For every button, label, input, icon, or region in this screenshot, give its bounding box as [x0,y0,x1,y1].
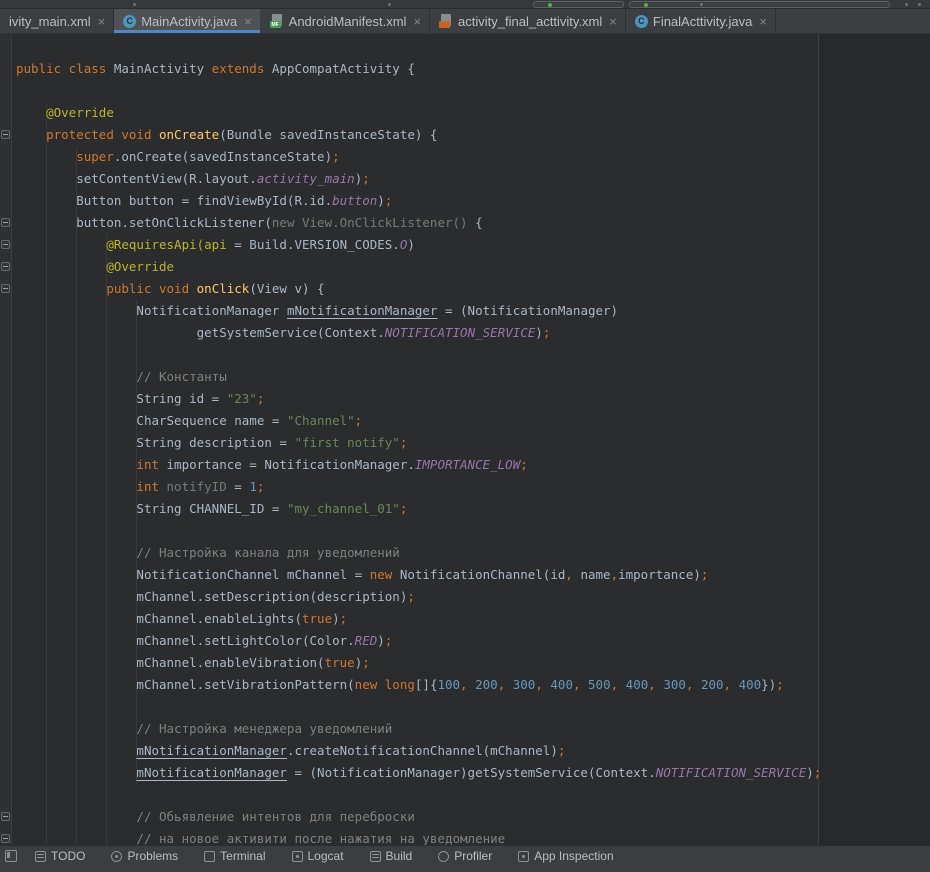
tab-ivity-main-xml[interactable]: ivity_main.xml × [0,9,114,33]
run-icon[interactable] [644,3,648,7]
tab-label: activity_final_acttivity.xml [458,14,602,29]
tab-mainactivity-java[interactable]: C MainActivity.java × [114,9,260,33]
tool-window-bar: TODO Problems Terminal Logcat Build Profiler A… [0,845,930,872]
tool-window-button-app-inspection[interactable]: App Inspection [518,849,613,863]
code-line-23[interactable]: // Настройка канала для уведомлений [16,542,930,564]
code-line-16[interactable]: String id = "23"; [16,388,930,410]
code-line-32[interactable]: mNotificationManager.createNotificationC… [16,740,930,762]
tool-window-button-logcat[interactable]: Logcat [292,849,344,863]
tab-androidmanifest-xml[interactable]: MF AndroidManifest.xml × [261,9,430,33]
tool-window-button-terminal[interactable]: Terminal [204,849,265,863]
toolbar-icon-fragment [918,3,921,6]
code-line-30[interactable] [16,696,930,718]
code-line-29[interactable]: mChannel.setVibrationPattern(new long[]{… [16,674,930,696]
code-line-20[interactable]: int notifyID = 1; [16,476,930,498]
code-line-1[interactable]: public class MainActivity extends AppCom… [16,58,930,80]
tab-finalacttivity-java[interactable]: C FinalActtivity.java × [626,9,776,33]
code-line-22[interactable] [16,520,930,542]
java-class-icon: C [635,15,648,28]
toolbar-icon-fragment [700,3,703,6]
code-line-11[interactable]: public void onClick(View v) { [16,278,930,300]
tool-window-button-profiler[interactable]: Profiler [438,849,492,863]
tool-window-label: Logcat [308,849,344,863]
tool-window-label: Terminal [220,849,265,863]
tab-activity-final-acttivity-xml[interactable]: activity_final_acttivity.xml × [430,9,626,33]
code-line-3[interactable]: @Override [16,102,930,124]
code-line-13[interactable]: getSystemService(Context.NOTIFICATION_SE… [16,322,930,344]
logcat-icon [292,851,303,862]
fold-marker-icon[interactable] [1,284,10,293]
close-tab-icon[interactable]: × [759,15,767,28]
code-line-25[interactable]: mChannel.setDescription(description); [16,586,930,608]
tool-window-label: TODO [51,849,85,863]
toolbar-icon-fragment [133,3,136,6]
main-toolbar-strip [0,0,930,9]
code-area[interactable]: public class MainActivity extends AppCom… [0,34,930,846]
tool-window-button-todo[interactable]: TODO [35,849,85,863]
code-line-6[interactable]: setContentView(R.layout.activity_main); [16,168,930,190]
close-tab-icon[interactable]: × [609,15,617,28]
tab-label: ivity_main.xml [9,14,91,29]
code-line-31[interactable]: // Настройка менеджера уведомлений [16,718,930,740]
code-line-21[interactable]: String CHANNEL_ID = "my_channel_01"; [16,498,930,520]
code-line-4[interactable]: protected void onCreate(Bundle savedInst… [16,124,930,146]
tab-label: MainActivity.java [141,14,237,29]
code-line-24[interactable]: NotificationChannel mChannel = new Notif… [16,564,930,586]
todo-icon [35,851,46,862]
tool-window-stripe-icon[interactable] [5,850,17,862]
fold-marker-icon[interactable] [1,834,10,843]
close-tab-icon[interactable]: × [98,15,106,28]
code-line-7[interactable]: Button button = findViewById(R.id.button… [16,190,930,212]
code-line-15[interactable]: // Константы [16,366,930,388]
code-line-19[interactable]: int importance = NotificationManager.IMP… [16,454,930,476]
fold-marker-icon[interactable] [1,240,10,249]
toolbar-icon-fragment [905,3,908,6]
run-icon[interactable] [548,3,552,7]
manifest-file-icon: MF [270,14,284,28]
fold-marker-icon[interactable] [1,218,10,227]
code-line-34[interactable] [16,784,930,806]
fold-marker-icon[interactable] [1,812,10,821]
code-line-28[interactable]: mChannel.enableVibration(true); [16,652,930,674]
run-widget-box[interactable] [629,1,890,8]
code-line-26[interactable]: mChannel.enableLights(true); [16,608,930,630]
tool-window-label: Profiler [454,849,492,863]
code-line-33[interactable]: mNotificationManager = (NotificationMana… [16,762,930,784]
code-line-35[interactable]: // Обьявление интентов для переброски [16,806,930,828]
code-line-10[interactable]: @Override [16,256,930,278]
build-icon [370,851,381,862]
fold-marker-icon[interactable] [1,130,10,139]
tab-label: AndroidManifest.xml [289,14,407,29]
terminal-icon [204,851,215,862]
code-line-12[interactable]: NotificationManager mNotificationManager… [16,300,930,322]
tool-window-label: App Inspection [534,849,613,863]
tool-window-label: Problems [127,849,178,863]
code-line-18[interactable]: String description = "first notify"; [16,432,930,454]
profiler-icon [438,851,449,862]
code-line-27[interactable]: mChannel.setLightColor(Color.RED); [16,630,930,652]
tool-window-label: Build [386,849,413,863]
layout-xml-file-icon [439,14,453,28]
code-line-17[interactable]: CharSequence name = "Channel"; [16,410,930,432]
run-widget-box[interactable] [533,1,624,8]
toolbar-icon-fragment [388,3,391,6]
code-line-2[interactable] [16,80,930,102]
problems-icon [111,851,122,862]
code-editor[interactable]: public class MainActivity extends AppCom… [0,34,930,846]
code-line-36[interactable]: // на новое активити после нажатия на ув… [16,828,930,846]
fold-marker-icon[interactable] [1,262,10,271]
close-tab-icon[interactable]: × [413,15,421,28]
tool-window-button-build[interactable]: Build [370,849,413,863]
app-inspection-icon [518,851,529,862]
android-studio-window: ivity_main.xml × C MainActivity.java × MF Andr… [0,0,930,855]
java-class-icon: C [123,15,136,28]
close-tab-icon[interactable]: × [244,15,252,28]
code-line-5[interactable]: super.onCreate(savedInstanceState); [16,146,930,168]
editor-tab-bar: ivity_main.xml × C MainActivity.java × MF Andr… [0,9,930,34]
code-line-14[interactable] [16,344,930,366]
code-line-9[interactable]: @RequiresApi(api = Build.VERSION_CODES.O… [16,234,930,256]
tab-label: FinalActtivity.java [653,14,752,29]
tool-window-button-problems[interactable]: Problems [111,849,178,863]
code-line-8[interactable]: button.setOnClickListener(new View.OnCli… [16,212,930,234]
